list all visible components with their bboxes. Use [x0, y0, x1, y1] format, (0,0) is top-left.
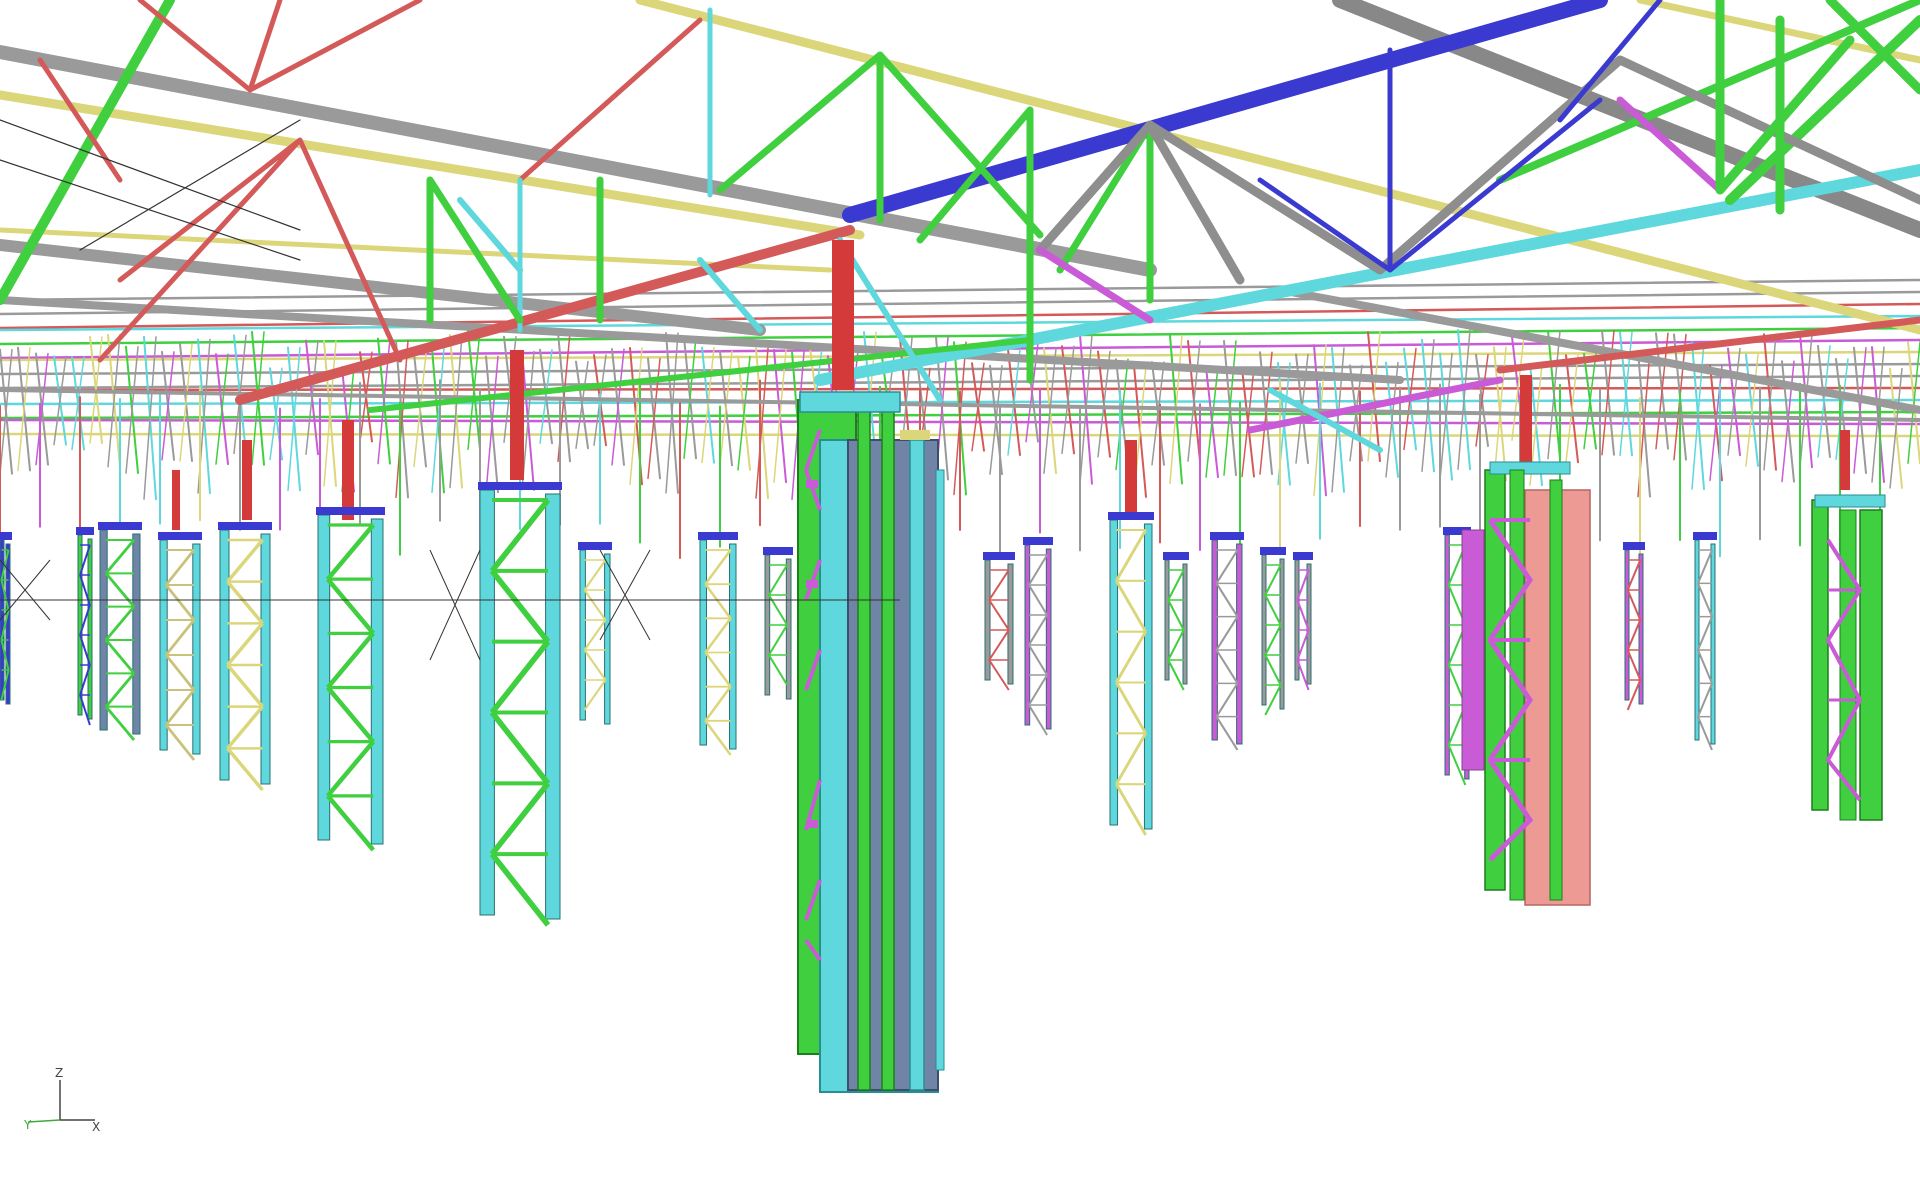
y-axis-line: [27, 1119, 61, 1123]
foreground-column: [797, 391, 945, 1093]
model-viewport[interactable]: [0, 0, 1920, 1186]
z-axis-label: Z: [55, 1066, 64, 1080]
far-right-column: [1811, 494, 1886, 821]
y-axis-label: Y: [24, 1118, 32, 1132]
x-axis-label: X: [92, 1120, 101, 1134]
axis-triad: Z Y X: [20, 1066, 110, 1140]
